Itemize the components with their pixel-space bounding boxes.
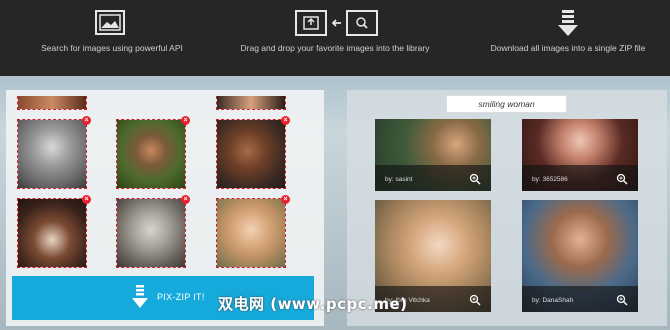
library-image-tile[interactable] [17, 119, 87, 189]
library-image-tile[interactable] [116, 119, 186, 189]
zoom-icon[interactable] [469, 173, 481, 185]
remove-image-button[interactable]: × [281, 195, 290, 204]
download-arrow-icon [132, 285, 148, 308]
result-credit: by: DanaShah [532, 297, 574, 304]
feature-drag-text: Drag and drop your favorite images into … [240, 43, 430, 53]
header-bar: Search for images using powerful API Dra… [0, 0, 670, 76]
remove-image-button[interactable]: × [281, 116, 290, 125]
search-result-tile[interactable]: by: sasint [375, 119, 491, 191]
library-image-tile[interactable] [17, 96, 87, 110]
feature-search: Search for images using powerful API [12, 0, 212, 76]
zoom-icon[interactable] [616, 173, 628, 185]
search-query-field[interactable]: smiling woman [446, 95, 567, 113]
result-credit: by: sasint [385, 176, 413, 183]
library-image-tile[interactable] [216, 119, 286, 189]
watermark-text: 双电网 (www.pcpc.me) [218, 295, 408, 313]
download-arrow-icon [558, 10, 578, 36]
zoom-icon[interactable] [616, 294, 628, 306]
zoom-icon[interactable] [469, 294, 481, 306]
search-result-tile[interactable]: by: 3652586 [522, 119, 638, 191]
library-image-tile[interactable] [216, 198, 286, 268]
drag-to-library-icon [295, 10, 378, 36]
feature-download: Download all images into a single ZIP fi… [468, 0, 668, 76]
library-image-tile[interactable] [17, 198, 87, 268]
search-result-tile[interactable]: by: DanaShah [522, 200, 638, 312]
feature-download-text: Download all images into a single ZIP fi… [490, 43, 646, 53]
pix-zip-label: PIX-ZIP IT! [157, 292, 205, 302]
remove-image-button[interactable]: × [82, 116, 91, 125]
library-image-tile[interactable] [116, 198, 186, 268]
image-frame-icon [95, 10, 125, 35]
remove-image-button[interactable]: × [82, 195, 91, 204]
result-credit: by: 3652586 [532, 176, 568, 183]
library-image-tile[interactable] [216, 96, 286, 110]
feature-drag: Drag and drop your favorite images into … [235, 0, 435, 76]
feature-search-text: Search for images using powerful API [41, 43, 183, 53]
remove-image-button[interactable]: × [181, 195, 190, 204]
remove-image-button[interactable]: × [181, 116, 190, 125]
